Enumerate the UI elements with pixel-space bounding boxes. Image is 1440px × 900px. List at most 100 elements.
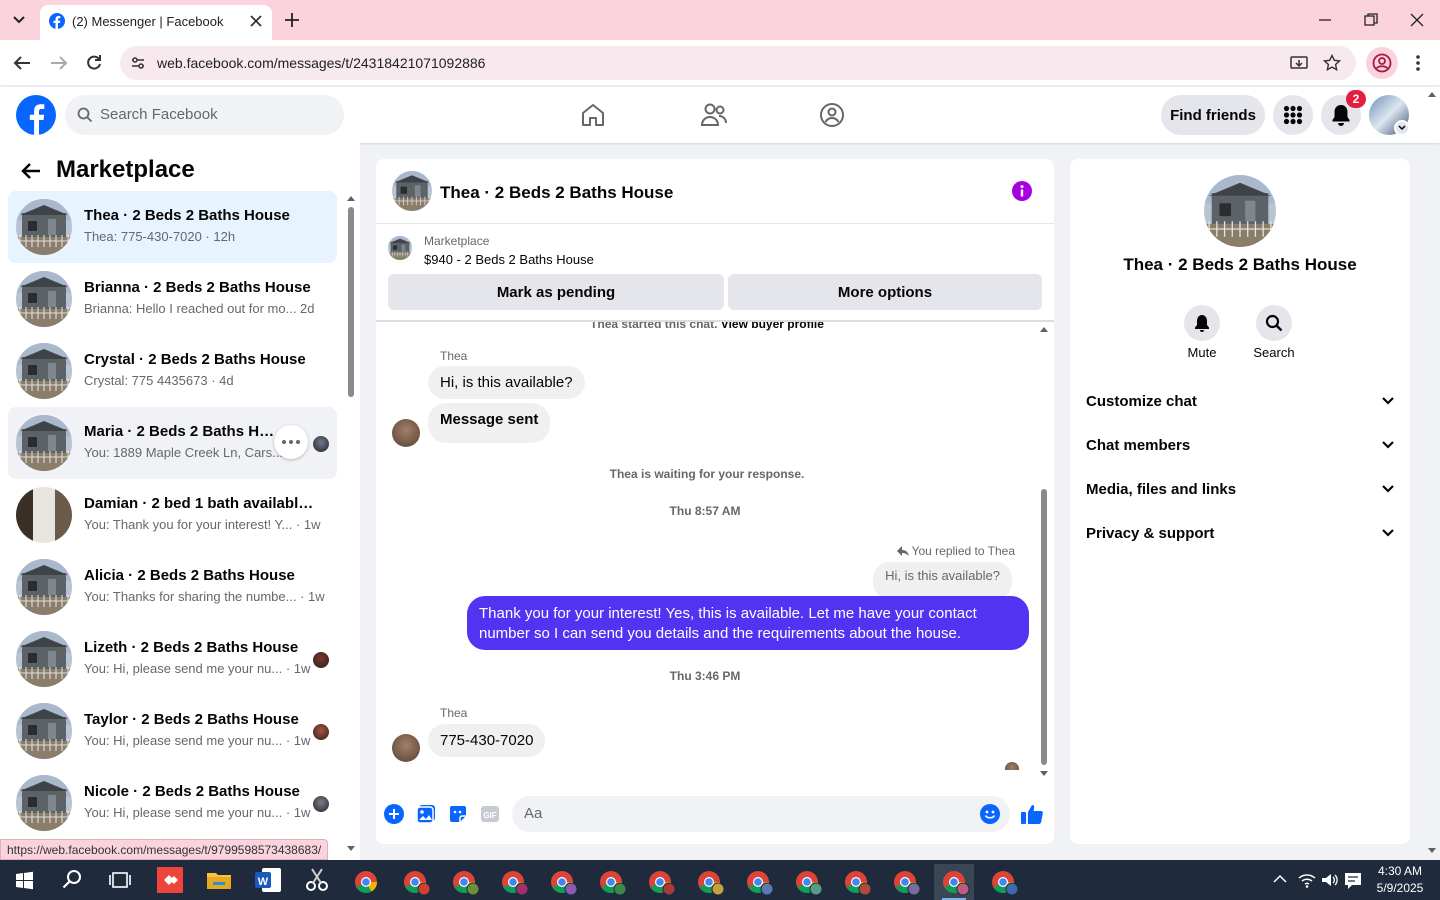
search-in-chat-button[interactable]	[1256, 305, 1292, 341]
chat-title[interactable]: Thea · 2 Beds 2 Baths House	[440, 183, 673, 203]
chrome-window-icon[interactable]	[591, 864, 631, 900]
profile-button[interactable]	[1366, 47, 1398, 79]
mute-button[interactable]	[1184, 305, 1220, 341]
conversation-row[interactable]: Damian · 2 bed 1 bath available ... You: …	[8, 479, 337, 551]
new-tab-icon[interactable]	[284, 12, 300, 28]
chrome-window-icon[interactable]	[493, 864, 533, 900]
network-icon[interactable]	[1298, 872, 1316, 888]
volume-icon[interactable]	[1321, 872, 1339, 888]
task-view-icon[interactable]	[105, 865, 135, 895]
restore-icon[interactable]	[1364, 13, 1378, 27]
menu-button[interactable]	[1273, 95, 1313, 135]
taskbar-search-icon[interactable]	[57, 865, 87, 895]
info-section[interactable]: Customize chat	[1086, 381, 1394, 421]
scroll-thumb[interactable]	[348, 207, 354, 397]
chrome-window-icon[interactable]	[689, 864, 729, 900]
close-window-icon[interactable]	[1410, 13, 1424, 27]
friends-icon[interactable]	[700, 102, 728, 128]
snipping-tool-icon[interactable]	[302, 865, 332, 895]
anydesk-app-icon[interactable]	[155, 865, 185, 895]
info-icon[interactable]	[1012, 181, 1032, 201]
sender-avatar[interactable]	[392, 419, 420, 447]
battery-notification-icon[interactable]	[1344, 871, 1362, 889]
tab-search-button[interactable]	[8, 9, 30, 31]
message-bubble[interactable]: Hi, is this available?	[428, 366, 585, 399]
message-bubble[interactable]: Message sent	[428, 403, 551, 443]
conversation-row[interactable]: Lizeth · 2 Beds 2 Baths House You: Hi, pl…	[8, 623, 337, 695]
conversation-row[interactable]: Taylor · 2 Beds 2 Baths House You: Hi, pl…	[8, 695, 337, 767]
info-section[interactable]: Media, files and links	[1086, 469, 1394, 509]
page-scroll-down-icon[interactable]	[1428, 848, 1436, 854]
back-arrow-icon[interactable]	[21, 162, 41, 180]
facebook-logo-icon[interactable]	[16, 95, 56, 135]
browser-tab[interactable]: (2) Messenger | Facebook	[40, 5, 272, 40]
more-options-button[interactable]: More options	[728, 274, 1042, 310]
scroll-down-icon[interactable]	[1040, 771, 1048, 777]
chat-avatar[interactable]	[392, 171, 432, 211]
chrome-window-icon[interactable]	[395, 864, 435, 900]
scroll-thumb[interactable]	[1041, 489, 1047, 765]
chrome-window-icon[interactable]	[983, 864, 1023, 900]
page-scroll-up-icon[interactable]	[1428, 91, 1436, 97]
chrome-window-icon[interactable]	[640, 864, 680, 900]
chrome-window-icon[interactable]	[738, 864, 778, 900]
scroll-down-icon[interactable]	[347, 846, 355, 852]
chrome-window-icon[interactable]	[444, 864, 484, 900]
browser-menu-icon[interactable]	[1415, 54, 1421, 72]
facebook-search[interactable]: Search Facebook	[65, 95, 344, 135]
sender-avatar[interactable]	[392, 734, 420, 762]
chrome-window-icon[interactable]	[787, 864, 827, 900]
groups-icon[interactable]	[819, 102, 845, 128]
conversation-row[interactable]: Brianna · 2 Beds 2 Baths House Brianna: H…	[8, 263, 337, 335]
close-tab-icon[interactable]	[249, 14, 263, 28]
conversation-row[interactable]: Nicole · 2 Beds 2 Baths House You: Hi, pl…	[8, 767, 337, 839]
chrome-window-icon[interactable]	[836, 864, 876, 900]
scroll-up-icon[interactable]	[1040, 326, 1048, 332]
chrome-window-icon[interactable]	[542, 864, 582, 900]
add-attachment-icon[interactable]	[384, 804, 404, 824]
message-bubble[interactable]: 775-430-7020	[428, 724, 546, 757]
info-section[interactable]: Privacy & support	[1086, 513, 1394, 553]
photo-icon[interactable]	[416, 804, 436, 824]
install-app-icon[interactable]	[1290, 54, 1308, 72]
chrome-window-icon[interactable]	[885, 864, 925, 900]
listing-thumb[interactable]	[388, 236, 412, 260]
info-section[interactable]: Chat members	[1086, 425, 1394, 465]
quoted-message[interactable]: Hi, is this available?	[873, 562, 1012, 599]
word-app-icon[interactable]: W	[253, 865, 283, 895]
chrome-window-icon[interactable]	[934, 864, 974, 900]
chrome-window-icon[interactable]	[346, 864, 386, 900]
minimize-icon[interactable]	[1318, 13, 1332, 27]
windows-start-icon[interactable]	[9, 865, 39, 895]
conversation-row[interactable]: Maria · 2 Beds 2 Baths House You: 1889 Ma…	[8, 407, 337, 479]
home-icon[interactable]	[580, 102, 606, 128]
back-icon[interactable]	[13, 55, 31, 71]
site-settings-icon[interactable]	[130, 55, 146, 71]
conversation-row[interactable]: Crystal · 2 Beds 2 Baths House Crystal: 7…	[8, 335, 337, 407]
my-message-bubble[interactable]: Thank you for your interest! Yes, this i…	[467, 596, 1029, 650]
mark-as-pending-button[interactable]: Mark as pending	[388, 274, 724, 310]
forward-icon[interactable]	[50, 55, 68, 71]
taskbar-clock[interactable]: 4:30 AM 5/9/2025	[1370, 863, 1430, 897]
find-friends-button[interactable]: Find friends	[1161, 95, 1265, 135]
address-bar[interactable]: web.facebook.com/messages/t/243184210710…	[120, 46, 1356, 80]
conversation-row[interactable]: Thea · 2 Beds 2 Baths House Thea: 775-430…	[8, 191, 337, 263]
account-menu-toggle[interactable]	[1394, 120, 1410, 136]
view-buyer-profile-link[interactable]: View buyer profile	[721, 322, 824, 331]
chat-scrollbar[interactable]	[1038, 324, 1050, 779]
sticker-icon[interactable]	[448, 804, 468, 824]
like-thumb-icon[interactable]	[1020, 803, 1044, 825]
scroll-up-icon[interactable]	[347, 195, 355, 201]
message-input[interactable]: Aa	[512, 796, 1010, 832]
bookmark-star-icon[interactable]	[1323, 54, 1341, 72]
conversation-row[interactable]: Alicia · 2 Beds 2 Baths House You: Thanks…	[8, 551, 337, 623]
conversation-scrollbar[interactable]	[346, 195, 356, 860]
gif-icon[interactable]: GIF	[480, 804, 500, 824]
file-explorer-icon[interactable]	[204, 865, 234, 895]
info-avatar[interactable]	[1204, 175, 1276, 247]
conversation-more-button[interactable]	[274, 425, 308, 459]
listing-price[interactable]: $940 - 2 Beds 2 Baths House	[424, 252, 594, 267]
reload-icon[interactable]	[86, 54, 102, 72]
emoji-icon[interactable]	[980, 804, 1000, 824]
show-hidden-icons-icon[interactable]	[1273, 874, 1287, 884]
